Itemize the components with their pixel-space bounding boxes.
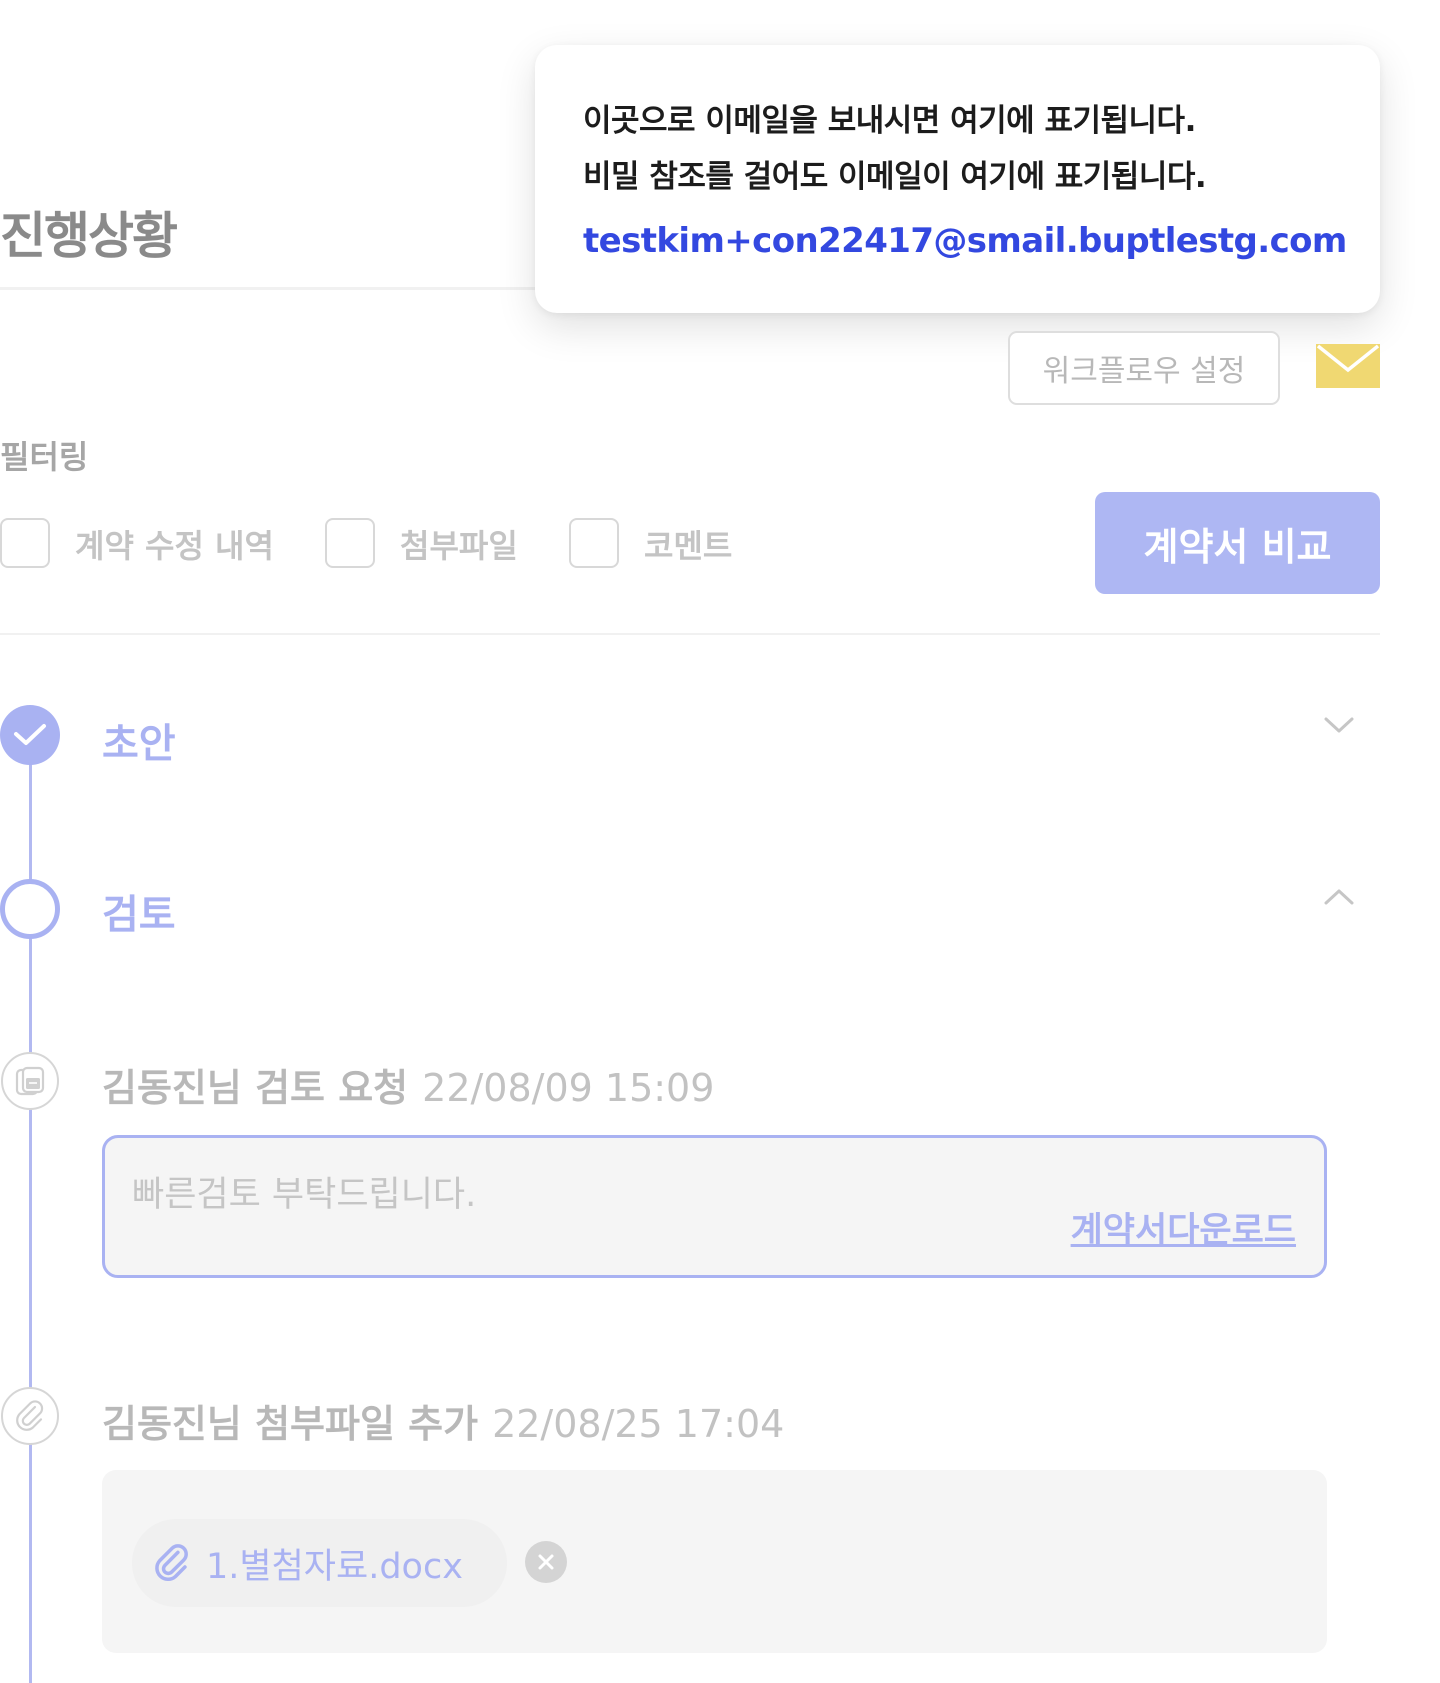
chevron-down-icon[interactable] [1322,714,1356,740]
comment-box: 빠른검토 부탁드립니다. 계약서다운로드 [102,1135,1327,1278]
step-label-draft[interactable]: 초안 [102,711,176,769]
filter-label: 필터링 [0,438,89,476]
event-timestamp: 22/08/25 17:04 [492,1402,785,1446]
document-icon [1,1052,59,1110]
event-title-attachment: 김동진님 첨부파일 추가 22/08/25 17:04 [102,1393,784,1448]
timeline-line [29,730,32,1683]
tooltip-email[interactable]: testkim+con22417@smail.buptlestg.com [583,221,1347,261]
page-title: 진행상황 [0,207,178,265]
filter-checkbox-revisions[interactable] [0,518,50,568]
attachment-file-name: 1.별첨자료.docx [206,1546,463,1587]
chevron-up-icon[interactable] [1322,886,1356,912]
paperclip-icon [1,1387,59,1445]
email-tooltip: 이곳으로 이메일을 보내시면 여기에 표기됩니다. 비밀 참조를 걸어도 이메일… [535,45,1380,313]
event-title-review-request: 김동진님 검토 요청 22/08/09 15:09 [102,1057,714,1112]
filter-checkbox-attachments[interactable] [325,518,375,568]
close-icon [538,1554,554,1570]
tooltip-line-1: 이곳으로 이메일을 보내시면 여기에 표기됩니다. [583,103,1196,139]
event-title-text: 김동진님 첨부파일 추가 [102,1402,479,1446]
step-current-icon [0,879,60,939]
remove-attachment-button[interactable] [525,1541,567,1583]
comment-text: 빠른검토 부탁드립니다. [132,1175,477,1215]
tooltip-line-2: 비밀 참조를 걸어도 이메일이 여기에 표기됩니다. [583,159,1207,195]
paperclip-icon [152,1543,192,1583]
filter-divider [0,633,1380,635]
attachment-box: 1.별첨자료.docx [102,1470,1327,1653]
contract-download-link[interactable]: 계약서다운로드 [1071,1202,1296,1253]
step-done-icon [0,705,60,765]
filter-label-attachments: 첨부파일 [400,527,518,565]
event-title-text: 김동진님 검토 요청 [102,1066,409,1110]
filter-label-revisions: 계약 수정 내역 [75,527,274,565]
event-timestamp: 22/08/09 15:09 [422,1066,715,1110]
envelope-icon[interactable] [1316,344,1380,388]
compare-contracts-button[interactable]: 계약서 비교 [1095,492,1380,594]
filter-checkbox-comments[interactable] [569,518,619,568]
step-label-review[interactable]: 검토 [102,882,176,940]
filter-label-comments: 코멘트 [644,527,733,565]
attachment-file-chip[interactable]: 1.별첨자료.docx [132,1519,507,1607]
workflow-settings-button[interactable]: 워크플로우 설정 [1008,331,1280,405]
